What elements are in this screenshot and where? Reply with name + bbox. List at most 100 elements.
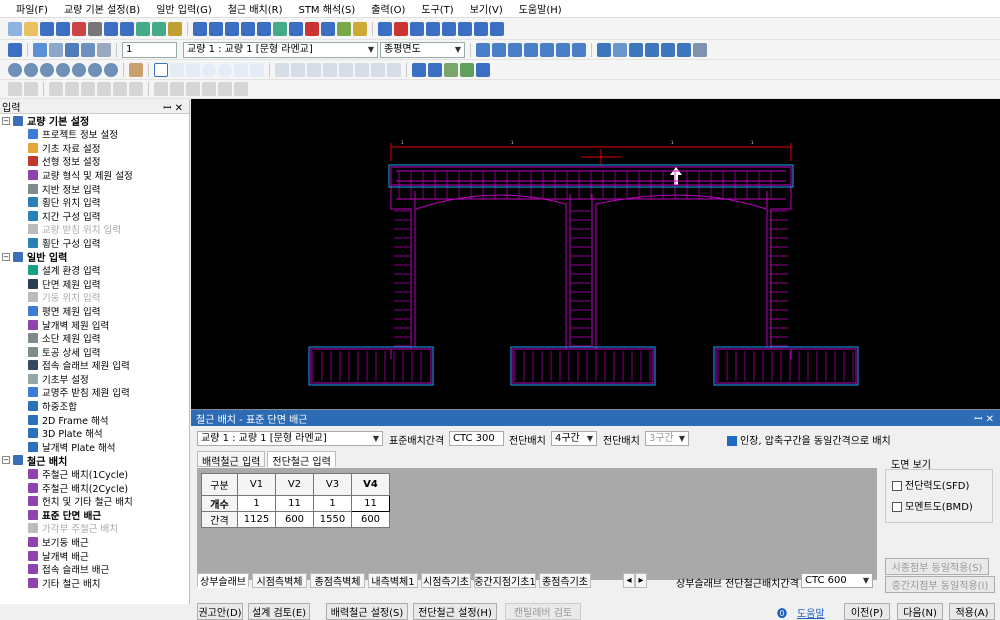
tree-item[interactable]: 기둥 위치 입력: [0, 291, 189, 304]
apply-middle-button[interactable]: 중간지점부 동일적용(I): [885, 576, 995, 593]
zoom-section-icon[interactable]: [597, 42, 611, 57]
nav-next-icon[interactable]: [556, 42, 570, 57]
index-input[interactable]: 1: [122, 41, 177, 58]
close-icon[interactable]: ✕: [175, 103, 183, 114]
tree-item[interactable]: 소단 제원 입력: [0, 331, 189, 345]
menu-item-5[interactable]: 출력(O): [363, 1, 413, 16]
pan-hand-icon[interactable]: [129, 62, 143, 77]
text-icon[interactable]: [291, 62, 305, 77]
dimension-icon[interactable]: [275, 62, 289, 77]
print-icon[interactable]: [490, 21, 504, 36]
arrow-right-icon[interactable]: [460, 62, 474, 77]
plan-view-icon[interactable]: [209, 21, 223, 36]
bridge-select[interactable]: 교량 1 : 교량 1 [문형 라멘교] ▼: [183, 41, 378, 58]
tree-item[interactable]: 교량 받침 위치 입력: [0, 223, 189, 236]
layer-icon[interactable]: [65, 42, 79, 57]
front-view-icon[interactable]: [241, 21, 255, 36]
export-icon[interactable]: [677, 42, 691, 57]
polyline-icon[interactable]: [170, 62, 184, 77]
tree-item[interactable]: 선형 정보 설정: [0, 155, 189, 168]
side-view-icon[interactable]: [225, 21, 239, 36]
table-cell[interactable]: 11: [351, 495, 390, 512]
subtab-member[interactable]: 내측벽체1: [368, 573, 418, 588]
tree-item[interactable]: 날개벽 배근: [0, 549, 189, 563]
next-button[interactable]: 다음(N): [897, 603, 943, 620]
tree-item[interactable]: 날개벽 제원 입력: [0, 318, 189, 332]
tree-group[interactable]: − 철근 배치: [0, 454, 189, 468]
menu-item-6[interactable]: 도구(T): [413, 1, 461, 16]
close-icon[interactable]: [72, 21, 86, 36]
tree-item[interactable]: 2D Frame 해석: [0, 413, 189, 427]
view-select[interactable]: 종평면도 ▼: [380, 41, 465, 58]
menu-item-2[interactable]: 일반 입력(G): [148, 1, 220, 16]
rebar-icon[interactable]: [337, 21, 351, 36]
nav-last-icon[interactable]: [572, 42, 586, 57]
zoom-window-icon[interactable]: [40, 62, 54, 77]
keyboard-icon[interactable]: [412, 62, 426, 77]
window-icon[interactable]: [378, 21, 392, 36]
calculator-icon[interactable]: [428, 62, 442, 77]
tree-item[interactable]: 주철근 배치(1Cycle): [0, 467, 189, 481]
subtab-member[interactable]: 상부슬래브: [197, 573, 249, 588]
shear-bar-select[interactable]: 3구간 ▼: [645, 431, 689, 446]
pin-icon[interactable]: ꟷ: [974, 414, 982, 425]
apply-start-end-button[interactable]: 시종점부 동일적용(S): [885, 558, 989, 575]
table-cell[interactable]: 11: [275, 495, 314, 512]
image-icon[interactable]: [444, 62, 458, 77]
shear-rebar-settings-button[interactable]: 전단철근 설정(H): [413, 603, 497, 620]
tree-item[interactable]: 횡단 위치 입력: [0, 195, 189, 209]
measure-icon[interactable]: [645, 42, 659, 57]
tree-item[interactable]: 횡단 구성 입력: [0, 236, 189, 250]
design-check-button[interactable]: 설계 검토(E): [248, 603, 310, 620]
save-as-icon[interactable]: [56, 21, 70, 36]
tree-item[interactable]: 표준 단면 배근: [0, 508, 189, 522]
zoom-all-icon[interactable]: [56, 62, 70, 77]
apply-button[interactable]: 적용(A): [949, 603, 995, 620]
subtab-member[interactable]: 시점측벽체: [252, 573, 307, 588]
zoom-fit-icon[interactable]: [442, 21, 456, 36]
subtab-member[interactable]: 종점측벽체: [310, 573, 365, 588]
help-icon[interactable]: ⓿: [777, 605, 787, 620]
menu-item-7[interactable]: 보기(V): [462, 1, 511, 16]
cross-icon[interactable]: [186, 62, 200, 77]
checkbox-tool-icon[interactable]: [8, 42, 22, 57]
load-icon[interactable]: [289, 21, 303, 36]
grid-icon[interactable]: [81, 42, 95, 57]
zoom-out-icon[interactable]: [24, 62, 38, 77]
recommend-button[interactable]: 권고안(D): [197, 603, 243, 620]
table-cell[interactable]: 600: [351, 511, 390, 528]
subtab-scroll-right-icon[interactable]: ▸: [635, 573, 647, 588]
help-link[interactable]: 도움말: [797, 605, 825, 620]
tree-item[interactable]: 기초 자료 설정: [0, 141, 189, 155]
subtab-member[interactable]: 시점측기초: [421, 573, 471, 588]
dialog-bridge-select[interactable]: 교량 1 : 교량 1 [문형 라멘교] ▼: [197, 431, 383, 446]
undo-icon[interactable]: [136, 21, 150, 36]
rotate-icon[interactable]: [613, 42, 627, 57]
move-icon[interactable]: [339, 62, 353, 77]
zoom-next-icon[interactable]: [88, 62, 102, 77]
collapse-icon[interactable]: −: [2, 116, 10, 125]
bmd-checkbox[interactable]: 모멘트도(BMD): [892, 498, 973, 513]
menu-item-1[interactable]: 교량 기본 설정(B): [56, 1, 148, 16]
section-view-icon[interactable]: [193, 21, 207, 36]
tree-item[interactable]: 지간 구성 입력: [0, 209, 189, 223]
detail-view-icon[interactable]: [257, 21, 271, 36]
nav-first-icon[interactable]: [476, 42, 490, 57]
tree-item[interactable]: 평면 제원 입력: [0, 304, 189, 318]
report-icon[interactable]: [474, 21, 488, 36]
undo-icon[interactable]: [371, 62, 385, 77]
tree-group[interactable]: − 교량 기본 설정: [0, 114, 189, 128]
diamond-icon[interactable]: [234, 62, 248, 77]
tab-distribution-rebar[interactable]: 배력철근 입력: [197, 451, 266, 468]
line-tool-icon[interactable]: [154, 62, 168, 77]
tree-group[interactable]: − 일반 입력: [0, 250, 189, 264]
std-spacing-select[interactable]: CTC 300▼: [449, 431, 504, 446]
close-icon[interactable]: ✕: [986, 414, 994, 425]
nav-right-icon[interactable]: [540, 42, 554, 57]
chart-icon[interactable]: [321, 21, 335, 36]
frame-icon[interactable]: [661, 42, 675, 57]
menu-item-0[interactable]: 파일(F): [8, 1, 56, 16]
paste-icon[interactable]: [120, 21, 134, 36]
table-cell[interactable]: 1: [237, 495, 276, 512]
save-icon[interactable]: [40, 21, 54, 36]
